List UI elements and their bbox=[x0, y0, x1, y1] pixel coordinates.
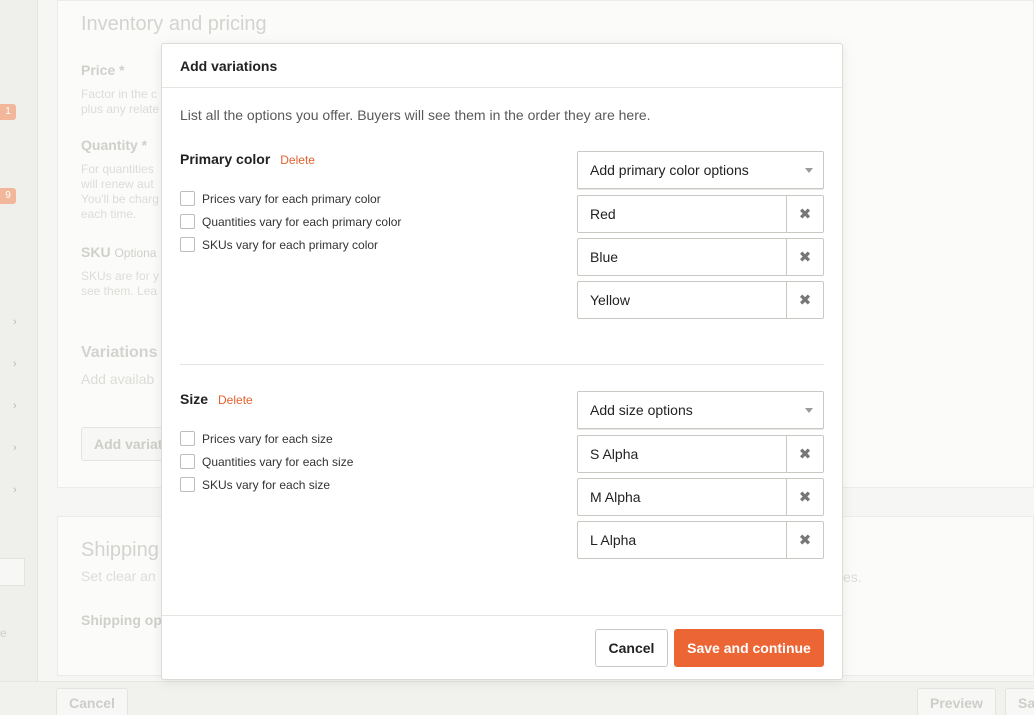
cancel-button[interactable]: Cancel bbox=[595, 629, 668, 667]
inventory-title: Inventory and pricing bbox=[81, 13, 267, 35]
option-input[interactable] bbox=[578, 479, 786, 515]
sidebar-badge: 1 bbox=[0, 104, 16, 120]
option-row: ✖ bbox=[577, 281, 824, 319]
dialog-title: Add variations bbox=[162, 44, 842, 88]
shipping-help: Set clear an bbox=[81, 569, 156, 584]
checkbox[interactable] bbox=[180, 214, 195, 229]
variation-section-size: Size Delete Prices vary for each size Qua… bbox=[180, 391, 824, 591]
option-list: ✖ ✖ ✖ bbox=[577, 435, 824, 564]
section-divider bbox=[180, 364, 824, 365]
checkbox[interactable] bbox=[180, 191, 195, 206]
option-input[interactable] bbox=[578, 522, 786, 558]
variations-help: Add availab bbox=[81, 372, 155, 387]
option-input[interactable] bbox=[578, 436, 786, 472]
option-row: ✖ bbox=[577, 478, 824, 516]
close-icon[interactable]: ✖ bbox=[786, 436, 823, 472]
add-size-select[interactable]: Add size options bbox=[577, 391, 824, 429]
caret-down-icon bbox=[805, 408, 813, 413]
price-label: Price * bbox=[81, 62, 125, 78]
quantity-help: For quantities will renew aut You'll be c… bbox=[81, 162, 159, 221]
delete-primary-color-link[interactable]: Delete bbox=[280, 153, 315, 167]
preview-button[interactable]: Preview bbox=[917, 688, 996, 715]
quantity-label: Quantity * bbox=[81, 137, 148, 153]
prices-vary-checkbox[interactable]: Prices vary for each size bbox=[180, 427, 353, 450]
checkbox[interactable] bbox=[180, 237, 195, 252]
shipping-title: Shipping bbox=[81, 539, 159, 561]
option-input[interactable] bbox=[578, 282, 786, 318]
variations-title: Variations bbox=[81, 344, 158, 361]
shipping-help-tail: es. bbox=[843, 569, 862, 585]
dialog-footer: Cancel Save and continue bbox=[162, 615, 842, 679]
save-and-continue-button[interactable]: Save and continue bbox=[674, 629, 824, 667]
dialog-intro: List all the options you offer. Buyers w… bbox=[180, 107, 651, 123]
caret-down-icon bbox=[805, 168, 813, 173]
chevron-right-icon[interactable]: › bbox=[13, 442, 17, 454]
bottom-save-button[interactable]: Sa bbox=[1005, 688, 1034, 715]
section-title: Primary color Delete bbox=[180, 151, 315, 167]
sidebar-badge: 9 bbox=[0, 188, 16, 204]
quantities-vary-checkbox[interactable]: Quantities vary for each primary color bbox=[180, 210, 401, 233]
left-sidebar: 1 9 › › › › › e « bbox=[0, 0, 38, 715]
delete-size-link[interactable]: Delete bbox=[218, 393, 253, 407]
option-row: ✖ bbox=[577, 238, 824, 276]
variation-section-primary-color: Primary color Delete Prices vary for each… bbox=[180, 151, 824, 351]
checkbox-group: Prices vary for each size Quantities var… bbox=[180, 427, 353, 496]
close-icon[interactable]: ✖ bbox=[786, 522, 823, 558]
option-row: ✖ bbox=[577, 195, 824, 233]
chevron-right-icon[interactable]: › bbox=[13, 316, 17, 328]
skus-vary-checkbox[interactable]: SKUs vary for each primary color bbox=[180, 233, 401, 256]
checkbox[interactable] bbox=[180, 477, 195, 492]
checkbox[interactable] bbox=[180, 454, 195, 469]
checkbox-group: Prices vary for each primary color Quant… bbox=[180, 187, 401, 256]
close-icon[interactable]: ✖ bbox=[786, 282, 823, 318]
checkbox[interactable] bbox=[180, 431, 195, 446]
price-help: Factor in the c plus any relate bbox=[81, 87, 160, 116]
option-list: ✖ ✖ ✖ bbox=[577, 195, 824, 324]
bottom-action-bar: Cancel Preview Sa bbox=[0, 681, 1034, 715]
quantities-vary-checkbox[interactable]: Quantities vary for each size bbox=[180, 450, 353, 473]
option-row: ✖ bbox=[577, 435, 824, 473]
option-row: ✖ bbox=[577, 521, 824, 559]
section-title: Size Delete bbox=[180, 391, 253, 407]
prices-vary-checkbox[interactable]: Prices vary for each primary color bbox=[180, 187, 401, 210]
option-input[interactable] bbox=[578, 239, 786, 275]
skus-vary-checkbox[interactable]: SKUs vary for each size bbox=[180, 473, 353, 496]
sku-help: SKUs are for y see them. Lea bbox=[81, 269, 160, 298]
close-icon[interactable]: ✖ bbox=[786, 239, 823, 275]
chevron-right-icon[interactable]: › bbox=[13, 400, 17, 412]
shipping-options-label: Shipping op bbox=[81, 612, 162, 628]
bottom-cancel-button[interactable]: Cancel bbox=[56, 688, 128, 715]
sku-label: SKU Optiona bbox=[81, 244, 157, 260]
sidebar-fragment: e bbox=[0, 626, 7, 640]
close-icon[interactable]: ✖ bbox=[786, 479, 823, 515]
option-input[interactable] bbox=[578, 196, 786, 232]
add-variations-dialog: Add variations List all the options you … bbox=[161, 43, 843, 680]
chevron-right-icon[interactable]: › bbox=[13, 358, 17, 370]
close-icon[interactable]: ✖ bbox=[786, 196, 823, 232]
pencil-icon[interactable] bbox=[0, 558, 25, 586]
add-primary-color-select[interactable]: Add primary color options bbox=[577, 151, 824, 189]
chevron-right-icon[interactable]: › bbox=[13, 484, 17, 496]
